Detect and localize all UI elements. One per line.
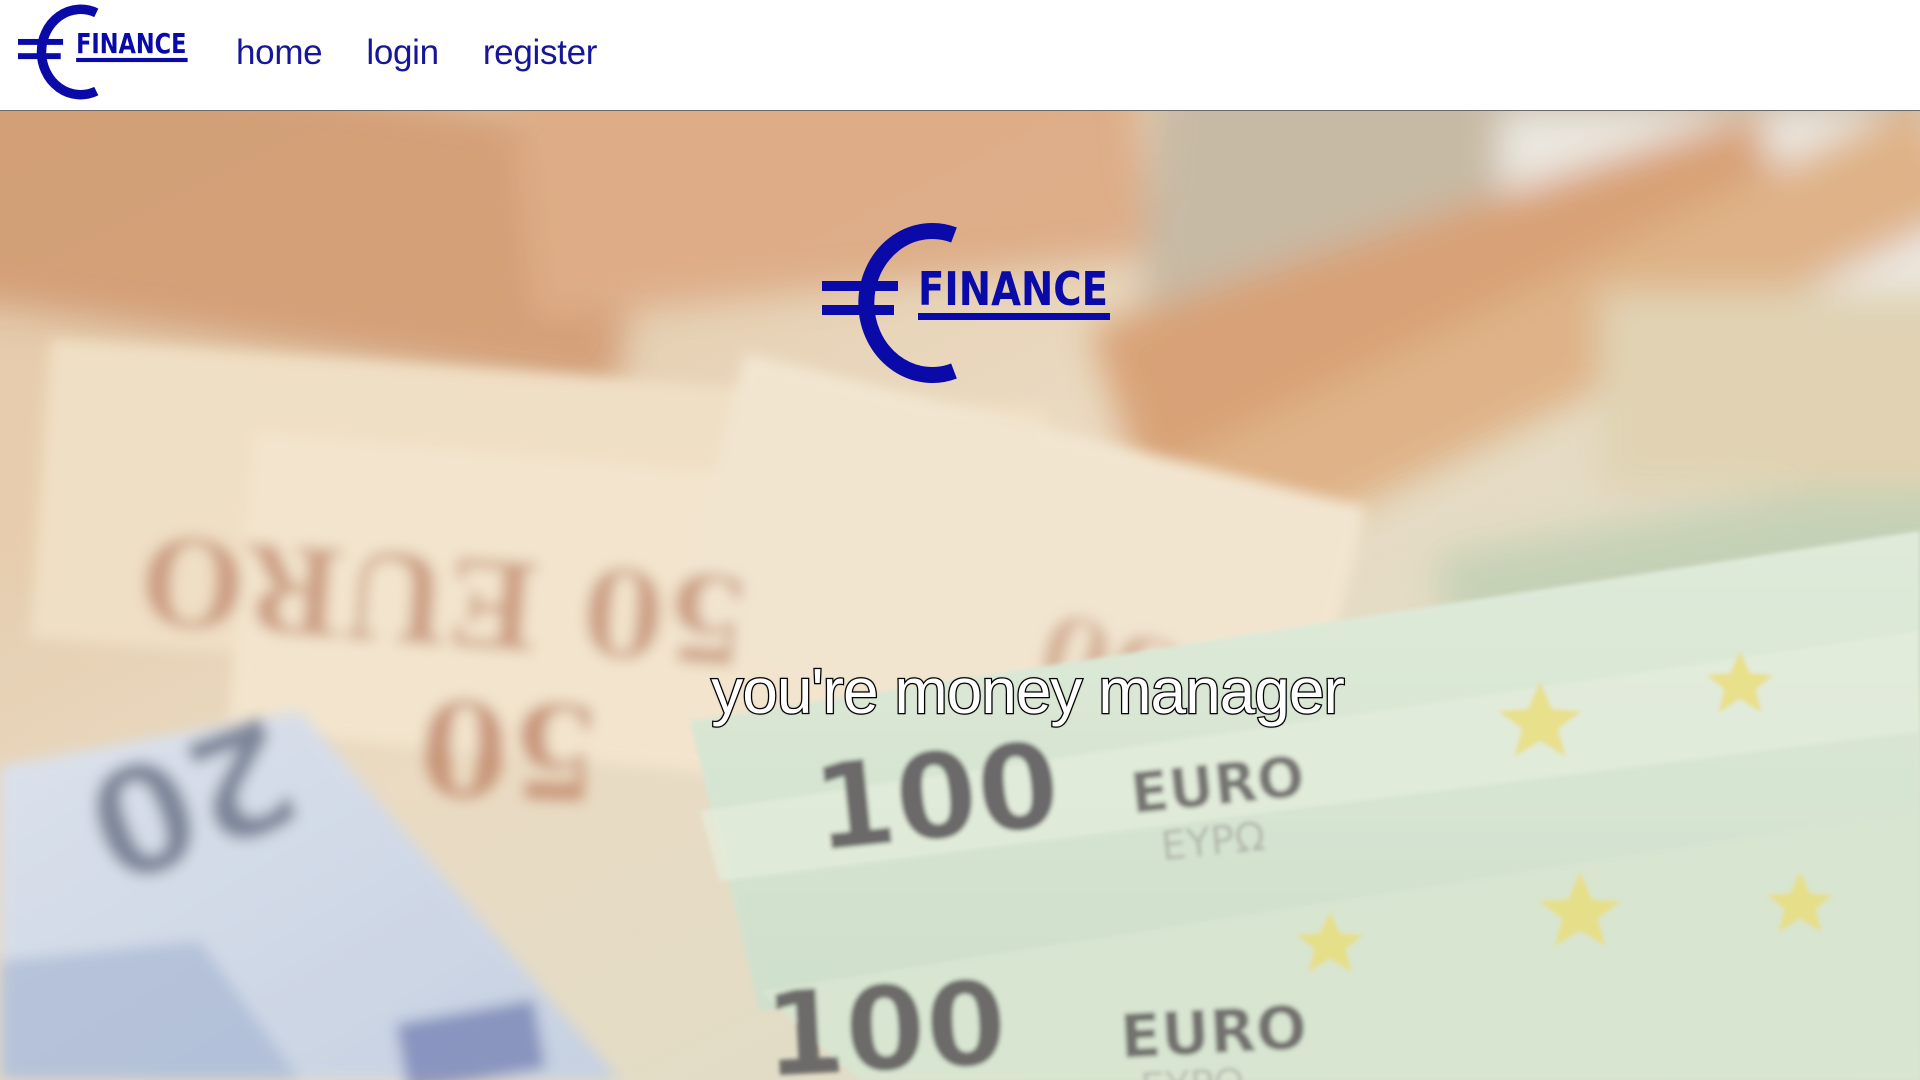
nav-link-login[interactable]: login — [366, 28, 439, 78]
top-navbar: FINANCE home login register — [0, 0, 1920, 111]
nav-links: home login register — [236, 28, 597, 78]
hero-section: 50 EURO 50 50 100 EURO EYPΩ 100 EURO EYP… — [0, 111, 1920, 1080]
svg-text:FINANCE: FINANCE — [76, 29, 186, 60]
nav-link-home[interactable]: home — [236, 28, 323, 78]
svg-text:FINANCE: FINANCE — [918, 262, 1108, 316]
nav-link-register[interactable]: register — [483, 28, 598, 78]
finance-logo[interactable]: FINANCE — [18, 2, 190, 102]
hero-tagline: you're money manager — [710, 654, 1346, 729]
hero-finance-logo: FINANCE — [822, 223, 1110, 383]
